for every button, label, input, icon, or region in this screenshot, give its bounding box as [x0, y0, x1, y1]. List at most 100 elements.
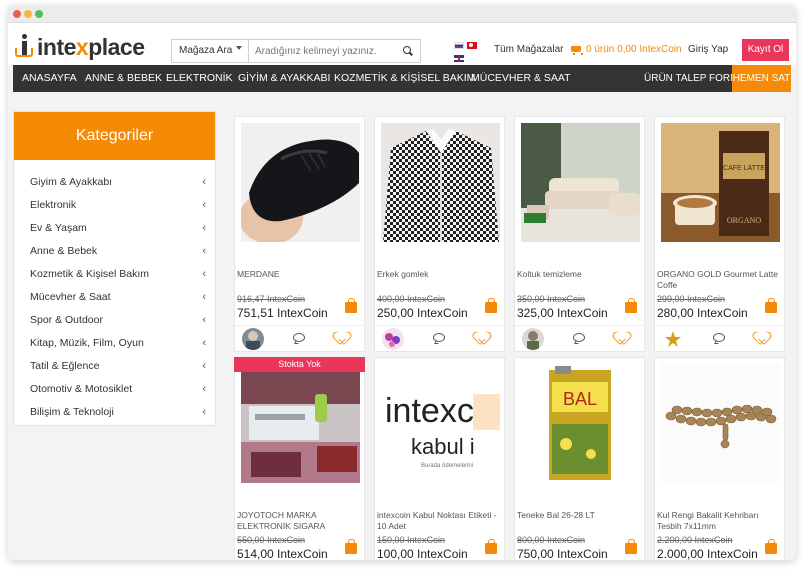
shopping-bag-icon[interactable]: [623, 297, 639, 314]
site-logo[interactable]: intexplace: [13, 32, 145, 62]
shopping-bag-icon[interactable]: [343, 538, 359, 555]
seller-avatar[interactable]: [662, 328, 684, 350]
old-price: 916,47 IntexCoin: [237, 294, 306, 304]
logo-text: intexplace: [37, 33, 145, 60]
shopping-bag-icon[interactable]: [483, 538, 499, 555]
login-link[interactable]: Giriş Yap: [688, 44, 728, 55]
seller-avatar[interactable]: [522, 328, 544, 350]
maximize-dot[interactable]: [35, 10, 43, 18]
product-image-ecig[interactable]: [241, 364, 360, 483]
product-request-link[interactable]: ÜRÜN TALEP FORMU: [644, 65, 746, 92]
search-bar: Mağaza Ara: [171, 39, 421, 63]
search-input[interactable]: [249, 40, 396, 62]
register-button[interactable]: Kayıt Ol: [742, 39, 789, 61]
seller-avatar[interactable]: [242, 328, 264, 350]
comment-icon[interactable]: [713, 333, 725, 342]
nav-item-mother-baby[interactable]: ANNE & BEBEK: [85, 65, 162, 92]
product-card[interactable]: CAFE LATTE ORGANO ORGANO GOLD Gourmet La…: [654, 116, 785, 352]
nav-item-electronics[interactable]: ELEKTRONİK: [166, 65, 233, 92]
product-image-shoe[interactable]: [241, 123, 360, 242]
shopping-bag-icon[interactable]: [763, 538, 779, 555]
category-item[interactable]: Ev & Yaşam ‹: [30, 217, 208, 240]
chevron-left-icon: ‹: [202, 383, 206, 395]
nav-item-clothing[interactable]: GİYİM & AYAKKABI: [238, 65, 330, 92]
product-name[interactable]: JOYOTOCH MARKA ELEKTRONİK SIGARA: [237, 510, 359, 532]
comment-icon[interactable]: [433, 333, 445, 342]
product-price: 514,00 IntexCoin: [237, 547, 328, 560]
browser-window: intexplace Mağaza Ara Tüm Mağazalar 0 ür…: [8, 5, 796, 560]
product-name[interactable]: Teneke Bal 26-28 LT: [517, 510, 639, 521]
category-item[interactable]: Otomotiv & Motosiklet ‹: [30, 378, 208, 401]
cart-summary: 0 ürün 0,00 IntexCoin: [586, 44, 682, 55]
window-chrome: [8, 5, 796, 23]
minimize-dot[interactable]: [24, 10, 32, 18]
shopping-bag-icon[interactable]: [623, 538, 639, 555]
product-image-shirt[interactable]: [381, 123, 500, 242]
shopping-bag-icon[interactable]: [483, 297, 499, 314]
seller-avatar[interactable]: [382, 328, 404, 350]
out-of-stock-badge: Stokta Yok: [234, 357, 365, 372]
svg-text:intexc: intexc: [385, 392, 474, 430]
category-item[interactable]: Anne & Bebek ‹: [30, 240, 208, 263]
shopping-bag-icon[interactable]: [763, 297, 779, 314]
search-scope-select[interactable]: Mağaza Ara: [172, 40, 249, 62]
category-item[interactable]: Kozmetik & Kişisel Bakım ‹: [30, 263, 208, 286]
category-item[interactable]: Tatil & Eğlence ‹: [30, 355, 208, 378]
product-name[interactable]: intexcoin Kabul Noktası Etiketi - 10 Ade…: [377, 510, 499, 532]
heart-icon[interactable]: [476, 332, 490, 344]
product-price: 750,00 IntexCoin: [517, 547, 608, 560]
close-dot[interactable]: [13, 10, 21, 18]
comment-icon[interactable]: [573, 333, 585, 342]
product-name[interactable]: Erkek gomlek: [377, 269, 499, 280]
category-item[interactable]: Bilişim & Teknoloji ‹: [30, 401, 208, 424]
product-name[interactable]: MERDANE: [237, 269, 359, 280]
product-image-coffee[interactable]: CAFE LATTE ORGANO: [661, 123, 780, 242]
product-price: 325,00 IntexCoin: [517, 306, 608, 320]
svg-text:ORGANO: ORGANO: [727, 216, 761, 225]
english-flag-icon[interactable]: [454, 55, 464, 62]
product-price: 280,00 IntexCoin: [657, 306, 748, 320]
product-card[interactable]: Kul Rengi Bakalit Kehribarı Tesbih 7x11m…: [654, 357, 785, 560]
product-card[interactable]: Erkek gomlek 400,00 IntexCoin 250,00 Int…: [374, 116, 505, 352]
turkish-flag-icon[interactable]: [467, 42, 477, 49]
product-card[interactable]: MERDANE 916,47 IntexCoin 751,51 IntexCoi…: [234, 116, 365, 352]
product-image-sticker[interactable]: intexc kabul i Burada ödemelerini: [381, 364, 500, 483]
category-item[interactable]: Giyim & Ayakkabı ‹: [30, 171, 208, 194]
category-item[interactable]: Spor & Outdoor ‹: [30, 309, 208, 332]
russian-flag-icon[interactable]: [454, 42, 464, 49]
heart-icon[interactable]: [756, 332, 770, 344]
product-image-honey[interactable]: BAL: [521, 364, 640, 483]
cart-link[interactable]: 0 ürün 0,00 IntexCoin: [570, 44, 682, 55]
category-item[interactable]: Elektronik ‹: [30, 194, 208, 217]
product-image-beads[interactable]: [661, 364, 780, 483]
heart-icon[interactable]: [336, 332, 350, 344]
product-card[interactable]: BAL Teneke Bal 26-28 LT 800,00 IntexCoin…: [514, 357, 645, 560]
product-card[interactable]: intexc kabul i Burada ödemelerini intexc…: [374, 357, 505, 560]
heart-icon[interactable]: [616, 332, 630, 344]
all-stores-link[interactable]: Tüm Mağazalar: [494, 44, 563, 55]
svg-text:kabul i: kabul i: [411, 434, 475, 459]
nav-item-home[interactable]: ANASAYFA: [22, 65, 77, 92]
chevron-left-icon: ‹: [202, 199, 206, 211]
chevron-left-icon: ‹: [202, 406, 206, 418]
card-actions: [375, 325, 504, 350]
nav-item-jewelry[interactable]: MÜCEVHER & SAAT: [471, 65, 571, 92]
old-price: 400,00 IntexCoin: [377, 294, 446, 304]
category-sidebar: Kategoriler Giyim & Ayakkabı ‹ Elektronik…: [13, 111, 216, 426]
product-name[interactable]: Kul Rengi Bakalit Kehribarı Tesbih 7x11m…: [657, 510, 779, 532]
product-name[interactable]: Koltuk temizleme: [517, 269, 639, 280]
search-icon: [403, 46, 413, 56]
search-button[interactable]: [396, 40, 420, 62]
nav-item-cosmetics[interactable]: KOZMETİK & KİŞİSEL BAKIM: [334, 65, 475, 92]
category-item[interactable]: Mücevher & Saat ‹: [30, 286, 208, 309]
product-name[interactable]: ORGANO GOLD Gourmet Latte Coffe: [657, 269, 779, 291]
comment-icon[interactable]: [293, 333, 305, 342]
chevron-left-icon: ‹: [202, 222, 206, 234]
product-image-sofa[interactable]: [521, 123, 640, 242]
product-card[interactable]: Stokta Yok JOYOTOCH MARKA ELEKTRONİK SIG…: [234, 357, 365, 560]
shopping-bag-icon[interactable]: [343, 297, 359, 314]
product-card[interactable]: Koltuk temizleme 350,00 IntexCoin 325,00…: [514, 116, 645, 352]
product-price: 2.000,00 IntexCoin: [657, 547, 758, 560]
category-item[interactable]: Kitap, Müzik, Film, Oyun ‹: [30, 332, 208, 355]
sell-now-button[interactable]: HEMEN SAT: [732, 65, 791, 92]
